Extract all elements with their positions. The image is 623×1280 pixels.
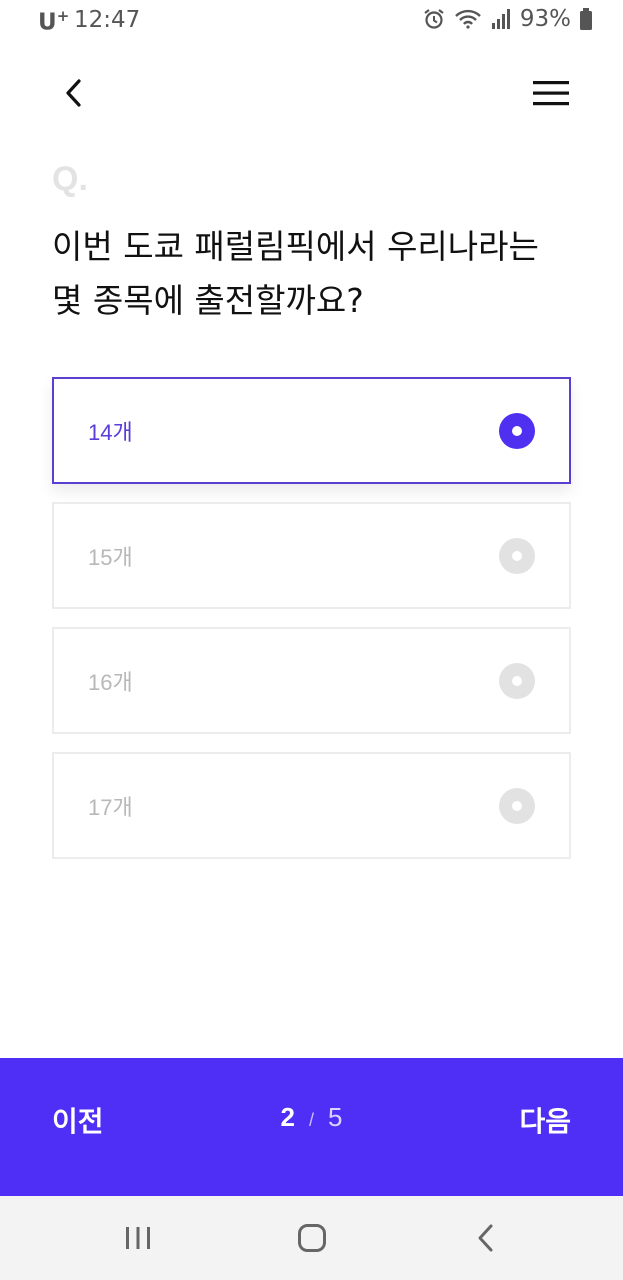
radio-unselected-icon[interactable]	[499, 662, 535, 699]
home-icon	[298, 1224, 326, 1252]
alarm-icon	[422, 7, 446, 31]
signal-icon	[490, 8, 512, 30]
next-button[interactable]: 다음	[519, 1100, 571, 1140]
status-bar: U+ 12:47 93%	[0, 0, 623, 44]
option-label: 14개	[88, 419, 133, 445]
back-button[interactable]	[52, 72, 94, 114]
option-label: 17개	[88, 794, 133, 820]
back-icon	[478, 1224, 493, 1252]
wifi-icon	[454, 7, 482, 31]
battery-percent: 93%	[519, 6, 571, 32]
recents-icon	[126, 1227, 150, 1249]
system-back-button[interactable]	[464, 1216, 508, 1260]
question-line-2: 몇 종목에 출전할까요?	[52, 281, 364, 320]
menu-button[interactable]	[531, 72, 571, 114]
quiz-screen: U+ 12:47 93% Q. 이번 도쿄 패럴림픽에서 우리나라는 몇 종목에…	[0, 0, 623, 1280]
hamburger-menu-icon	[533, 81, 569, 106]
system-nav-bar	[0, 1196, 623, 1280]
recents-button[interactable]	[116, 1216, 160, 1260]
question-marker: Q.	[52, 160, 88, 198]
current-page: 2	[280, 1102, 295, 1132]
option-label: 16개	[88, 669, 133, 695]
page-separator: /	[308, 1110, 314, 1130]
option-16[interactable]: 16개	[52, 627, 571, 734]
radio-unselected-icon[interactable]	[499, 787, 535, 824]
quiz-footer: 이전 2/5 다음	[0, 1058, 623, 1196]
chevron-left-icon	[66, 79, 81, 107]
question-line-1: 이번 도쿄 패럴림픽에서 우리나라는	[52, 227, 539, 266]
option-14[interactable]: 14개	[52, 377, 571, 484]
radio-unselected-icon[interactable]	[499, 537, 535, 574]
battery-icon	[579, 7, 593, 31]
status-time: 12:47	[74, 7, 141, 33]
question-text: 이번 도쿄 패럴림픽에서 우리나라는 몇 종목에 출전할까요?	[52, 220, 572, 328]
option-label: 15개	[88, 544, 133, 570]
option-15[interactable]: 15개	[52, 502, 571, 609]
radio-selected-icon[interactable]	[499, 412, 535, 449]
answer-options: 14개 15개 16개 17개	[52, 377, 571, 877]
option-17[interactable]: 17개	[52, 752, 571, 859]
total-pages: 5	[328, 1102, 343, 1132]
status-icons: 93%	[422, 6, 593, 32]
carrier-label: U+	[38, 7, 70, 36]
home-button[interactable]	[290, 1216, 334, 1260]
